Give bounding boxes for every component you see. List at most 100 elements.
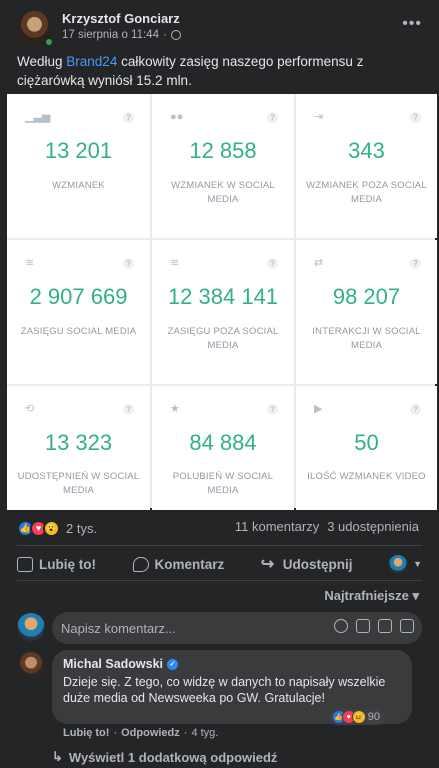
comment-icon [132, 556, 149, 572]
stat-tile: ●●? 12 858 WZMIANEK W SOCIAL MEDIA [152, 94, 294, 238]
stat-label: WZMIANEK [52, 180, 105, 191]
share-arrow-icon: ↪ [260, 555, 275, 573]
stat-value: 98 207 [332, 284, 401, 309]
stat-tile: ≋? 12 384 141 ZASIĘGU POZA SOCIAL MEDIA [152, 240, 294, 384]
reply-arrow-icon: ↳ [52, 749, 63, 764]
bar-chart-icon: ▁▃▅ [25, 111, 51, 123]
reaction-profile-selector[interactable]: ▼ [389, 555, 422, 573]
stat-label: INTERAKCJI W SOCIAL MEDIA [312, 326, 421, 351]
help-icon[interactable]: ? [123, 404, 134, 415]
comment-text: Dzieje się. Z tego, co widzę w danych to… [63, 675, 386, 705]
stat-tile: ★? 84 884 POLUBIEŃ W SOCIAL MEDIA [152, 386, 294, 510]
thumbs-up-icon [17, 556, 33, 572]
comment-actions-separator: · [183, 727, 188, 739]
stat-label: ZASIĘGU SOCIAL MEDIA [20, 326, 137, 337]
reaction-count: 2 tys. [66, 520, 98, 536]
commenter-avatar[interactable] [17, 652, 45, 680]
stat-value: 84 884 [189, 430, 257, 455]
post-meta: 17 sierpnia o 11:44 · [62, 29, 181, 41]
stat-tile: ⟲? 13 323 UDOSTĘPNIEŃ W SOCIAL MEDIA [7, 386, 150, 510]
play-icon: ▶ [314, 403, 323, 415]
gif-icon[interactable] [378, 619, 392, 633]
brand24-link[interactable]: Brand24 [66, 54, 117, 69]
chevron-down-icon: ▼ [413, 559, 422, 569]
share-label: Udostępnij [282, 556, 353, 572]
stat-value: 2 907 669 [29, 284, 128, 309]
more-replies-label: Wyświetl 1 dodatkową odpowiedź [68, 749, 278, 765]
stat-label: WZMIANEK W SOCIAL MEDIA [171, 180, 275, 205]
help-icon[interactable]: ? [410, 112, 421, 123]
shares-count[interactable]: 3 udostępnienia [327, 519, 419, 534]
commenter-name[interactable]: Michal Sadowski [63, 657, 163, 671]
stat-label: UDOSTĘPNIEŃ W SOCIAL MEDIA [17, 471, 140, 496]
post-text-start: Według [17, 54, 67, 69]
like-label: Lubię to! [39, 556, 96, 572]
composer-icons [334, 619, 414, 633]
help-icon[interactable]: ? [123, 258, 134, 269]
star-icon: ★ [170, 403, 180, 415]
comment-button[interactable]: Komentarz [132, 556, 225, 572]
stat-value: 50 [354, 430, 379, 455]
divider [17, 580, 422, 581]
signout-icon: ⇥ [314, 111, 324, 123]
comment-input[interactable]: Napisz komentarz... [52, 612, 422, 644]
stat-tile: ▶? 50 ILOŚĆ WZMIANEK VIDEO [296, 386, 437, 510]
stat-label: ILOŚĆ WZMIANEK VIDEO [307, 471, 426, 482]
help-icon[interactable]: ? [267, 404, 278, 415]
help-icon[interactable]: ? [267, 112, 278, 123]
help-icon[interactable]: ? [410, 258, 421, 269]
verified-badge-icon: ✓ [167, 658, 179, 670]
stat-value: 13 323 [44, 430, 113, 455]
online-status-dot [44, 37, 54, 47]
commenter-name-row: Michal Sadowski ✓ [63, 657, 401, 671]
camera-icon[interactable] [356, 619, 370, 633]
brand24-stats-image[interactable]: ▁▃▅? 13 201 WZMIANEK ●●? 12 858 WZMIANEK W SO… [7, 94, 437, 510]
my-avatar[interactable] [17, 613, 45, 641]
stat-label: WZMIANEK POZA SOCIAL MEDIA [306, 180, 427, 205]
stat-value: 13 201 [44, 138, 113, 163]
comment-placeholder: Napisz komentarz... [61, 621, 176, 636]
globe-icon [170, 30, 181, 40]
stat-value: 12 858 [189, 138, 257, 163]
stat-label: POLUBIEŃ W SOCIAL MEDIA [172, 471, 274, 496]
post-text: Według Brand24 całkowity zasięg naszego … [17, 52, 422, 90]
wifi-icon: ≋ [170, 257, 180, 269]
help-icon[interactable]: ? [410, 404, 421, 415]
stat-tile: ⇥? 343 WZMIANEK POZA SOCIAL MEDIA [296, 94, 437, 238]
engagement-stats: 11 komentarzy 3 udostępnienia [235, 519, 419, 534]
retweet-icon: ⟲ [25, 403, 35, 415]
stat-value: 343 [348, 138, 385, 163]
facebook-post: Krzysztof Gonciarz 17 sierpnia o 11:44 ·… [0, 0, 439, 768]
wow-reaction-icon: 😮 [43, 519, 60, 537]
like-button[interactable]: Lubię to! [17, 556, 96, 572]
my-avatar [389, 555, 408, 573]
comment-sort-dropdown[interactable]: Najtrafniejsze ▾ [324, 588, 419, 604]
author-name[interactable]: Krzysztof Gonciarz [62, 11, 180, 26]
view-more-replies[interactable]: ↳ Wyświetl 1 dodatkową odpowiedź [52, 749, 277, 765]
comment-actions: Lubię to! · Odpowiedz · 4 tyg. [63, 727, 218, 739]
comment-composer: Napisz komentarz... [17, 612, 422, 644]
post-actions: Lubię to! Komentarz ↪ Udostępnij ▼ [17, 551, 422, 577]
comment-like-link[interactable]: Lubię to! [63, 727, 109, 739]
stat-tile: ≋? 2 907 669 ZASIĘGU SOCIAL MEDIA [7, 240, 150, 384]
sticker-icon[interactable] [400, 619, 414, 633]
comment-bubble: Michal Sadowski ✓ Dzieje się. Z tego, co … [52, 650, 412, 725]
help-icon[interactable]: ? [123, 112, 134, 123]
comment-label: Komentarz [154, 556, 225, 572]
share-button[interactable]: ↪ Udostępnij [260, 555, 353, 573]
comment-reaction-count: 90 [367, 711, 380, 723]
comment-time[interactable]: 4 tyg. [191, 727, 218, 739]
comment-reactions[interactable]: 👍 ♥ 😆 90 [329, 709, 384, 725]
stat-label: ZASIĘGU POZA SOCIAL MEDIA [167, 326, 279, 351]
stat-value: 12 384 141 [167, 284, 279, 309]
comments-count[interactable]: 11 komentarzy [235, 519, 319, 534]
more-options-icon[interactable]: ••• [402, 15, 422, 33]
emoji-icon[interactable] [334, 619, 348, 633]
post-header: Krzysztof Gonciarz 17 sierpnia o 11:44 ·… [17, 11, 422, 47]
post-date[interactable]: 17 sierpnia o 11:44 [62, 29, 159, 41]
exchange-icon: ⇄ [314, 257, 324, 269]
help-icon[interactable]: ? [267, 258, 278, 269]
wifi-icon: ≋ [25, 257, 35, 269]
comment-reply-link[interactable]: Odpowiedz [121, 727, 180, 739]
reactions-summary[interactable]: 👍 ♥ 😮 2 tys. [17, 518, 97, 538]
